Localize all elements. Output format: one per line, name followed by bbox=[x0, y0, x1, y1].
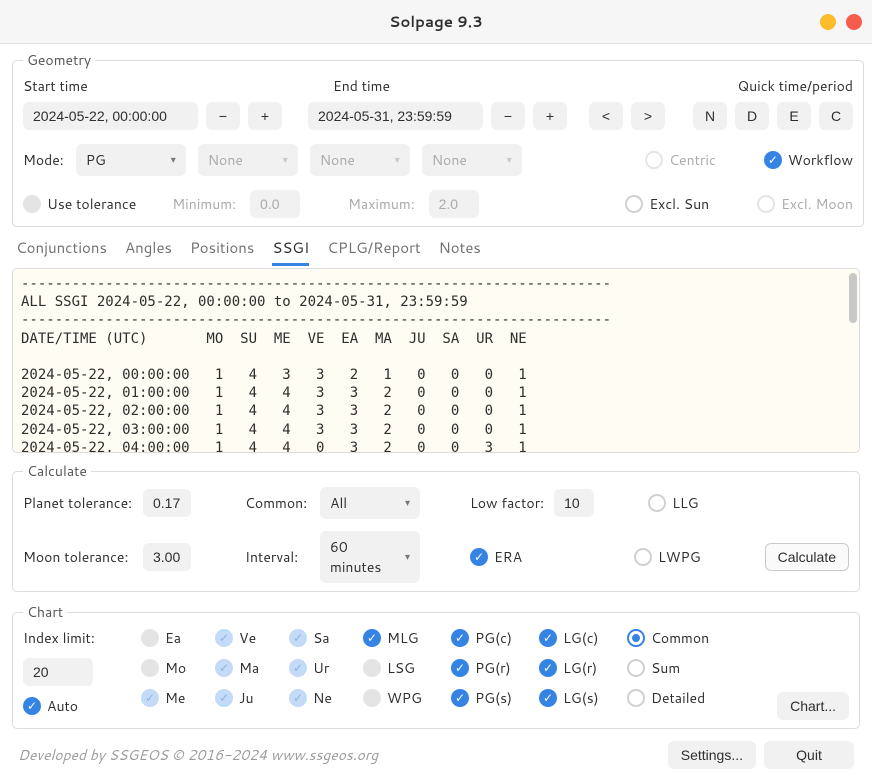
ssgi-output[interactable]: ----------------------------------------… bbox=[12, 268, 860, 453]
scrollbar-thumb[interactable] bbox=[849, 273, 857, 323]
use-tolerance-check[interactable]: Use tolerance bbox=[23, 194, 136, 214]
start-plus-button[interactable]: + bbox=[248, 102, 282, 130]
wpg-check[interactable]: WPG bbox=[363, 688, 433, 708]
chart-group: Chart Index limit: ✓Auto Ea Mo ✓Me ✓Ve ✓… bbox=[12, 602, 860, 729]
mode-label: Mode: bbox=[23, 150, 64, 170]
titlebar: Solpage 9.3 bbox=[0, 0, 872, 44]
lgs-check[interactable]: ✓LG(s) bbox=[539, 688, 609, 708]
close-icon[interactable] bbox=[846, 14, 862, 30]
common-radio[interactable]: Common bbox=[627, 628, 722, 648]
index-limit-label: Index limit: bbox=[23, 628, 123, 648]
start-minus-button[interactable]: − bbox=[206, 102, 240, 130]
quit-button[interactable]: Quit bbox=[764, 741, 854, 769]
sum-radio[interactable]: Sum bbox=[627, 658, 722, 678]
pgs-check[interactable]: ✓PG(s) bbox=[451, 688, 521, 708]
quick-time-label: Quick time/period bbox=[673, 76, 853, 96]
era-check[interactable]: ✓ ERA bbox=[470, 547, 580, 567]
minimum-label: Minimum: bbox=[172, 194, 236, 214]
lsg-check[interactable]: LSG bbox=[363, 658, 433, 678]
ma-check[interactable]: ✓Ma bbox=[215, 658, 271, 678]
start-time-input[interactable] bbox=[23, 102, 198, 130]
llg-radio[interactable]: LLG bbox=[648, 493, 698, 513]
tab-conjunctions[interactable]: Conjunctions bbox=[16, 237, 107, 266]
interval-label: Interval: bbox=[245, 547, 310, 567]
maximum-input bbox=[429, 190, 479, 218]
tab-ssgi[interactable]: SSGI bbox=[272, 237, 309, 266]
sa-check[interactable]: ✓Sa bbox=[289, 628, 345, 648]
footer-credit: Developed by SSGEOS © 2016-2024 www.ssge… bbox=[18, 745, 378, 765]
window-controls bbox=[820, 0, 862, 44]
mlg-check[interactable]: ✓MLG bbox=[363, 628, 433, 648]
end-time-input[interactable] bbox=[308, 102, 483, 130]
lwpg-radio[interactable]: LWPG bbox=[634, 547, 701, 567]
next-period-button[interactable]: > bbox=[631, 102, 665, 130]
minimum-input bbox=[250, 190, 300, 218]
ur-check[interactable]: ✓Ur bbox=[289, 658, 345, 678]
pgr-check[interactable]: ✓PG(r) bbox=[451, 658, 521, 678]
chart-legend: Chart bbox=[23, 602, 67, 622]
detailed-radio[interactable]: Detailed bbox=[627, 688, 722, 708]
quick-d-button[interactable]: D bbox=[735, 102, 769, 130]
low-factor-label: Low factor: bbox=[470, 493, 544, 513]
lgr-check[interactable]: ✓LG(r) bbox=[539, 658, 609, 678]
planet-tol-input[interactable] bbox=[143, 489, 191, 517]
start-time-label: Start time bbox=[23, 76, 303, 96]
tab-positions[interactable]: Positions bbox=[190, 237, 254, 266]
pgc-check[interactable]: ✓PG(c) bbox=[451, 628, 521, 648]
me-check[interactable]: ✓Me bbox=[141, 688, 197, 708]
mode-extra1-select[interactable]: None▾ bbox=[198, 144, 298, 176]
maximum-label: Maximum: bbox=[348, 194, 415, 214]
calculate-legend: Calculate bbox=[23, 461, 91, 481]
quick-n-button[interactable]: N bbox=[693, 102, 727, 130]
chevron-down-icon: ▾ bbox=[171, 153, 176, 167]
calculate-group: Calculate Planet tolerance: Common: All▾… bbox=[12, 461, 860, 592]
excl-sun-radio[interactable]: Excl. Sun bbox=[625, 194, 709, 214]
mode-extra2-select[interactable]: None▾ bbox=[310, 144, 410, 176]
workflow-check[interactable]: ✓ Workflow bbox=[764, 150, 853, 170]
end-plus-button[interactable]: + bbox=[533, 102, 567, 130]
mo-check[interactable]: Mo bbox=[141, 658, 197, 678]
end-minus-button[interactable]: − bbox=[491, 102, 525, 130]
tabs: Conjunctions Angles Positions SSGI CPLG/… bbox=[12, 233, 860, 266]
geometry-legend: Geometry bbox=[23, 50, 95, 70]
centric-radio[interactable]: Centric bbox=[645, 150, 716, 170]
excl-moon-radio[interactable]: Excl. Moon bbox=[757, 194, 853, 214]
mode-extra3-select[interactable]: None▾ bbox=[422, 144, 522, 176]
window-title: Solpage 9.3 bbox=[389, 11, 483, 32]
lgc-check[interactable]: ✓LG(c) bbox=[539, 628, 609, 648]
moon-tol-input[interactable] bbox=[143, 543, 191, 571]
tab-angles[interactable]: Angles bbox=[125, 237, 172, 266]
auto-check[interactable]: ✓Auto bbox=[23, 696, 123, 716]
planet-tol-label: Planet tolerance: bbox=[23, 493, 133, 513]
chart-button[interactable]: Chart... bbox=[777, 692, 849, 720]
footer: Developed by SSGEOS © 2016-2024 www.ssge… bbox=[12, 735, 860, 769]
moon-tol-label: Moon tolerance: bbox=[23, 547, 133, 567]
common-label: Common: bbox=[245, 493, 310, 513]
index-limit-input[interactable] bbox=[23, 658, 93, 686]
quick-c-button[interactable]: C bbox=[819, 102, 853, 130]
mode-select[interactable]: PG ▾ bbox=[76, 144, 186, 176]
end-time-label: End time bbox=[333, 76, 613, 96]
interval-select[interactable]: 60 minutes▾ bbox=[320, 531, 420, 583]
geometry-group: Geometry Start time End time Quick time/… bbox=[12, 50, 864, 227]
settings-button[interactable]: Settings... bbox=[668, 741, 756, 769]
minimize-icon[interactable] bbox=[820, 14, 836, 30]
calculate-button[interactable]: Calculate bbox=[765, 543, 849, 571]
quick-e-button[interactable]: E bbox=[777, 102, 811, 130]
prev-period-button[interactable]: < bbox=[589, 102, 623, 130]
ea-check[interactable]: Ea bbox=[141, 628, 197, 648]
ve-check[interactable]: ✓Ve bbox=[215, 628, 271, 648]
tab-cplg[interactable]: CPLG/Report bbox=[327, 237, 420, 266]
common-select[interactable]: All▾ bbox=[320, 487, 420, 519]
low-factor-input[interactable] bbox=[554, 489, 594, 517]
ju-check[interactable]: ✓Ju bbox=[215, 688, 271, 708]
tab-notes[interactable]: Notes bbox=[439, 237, 481, 266]
ne-check: ✓Ne bbox=[289, 688, 345, 708]
